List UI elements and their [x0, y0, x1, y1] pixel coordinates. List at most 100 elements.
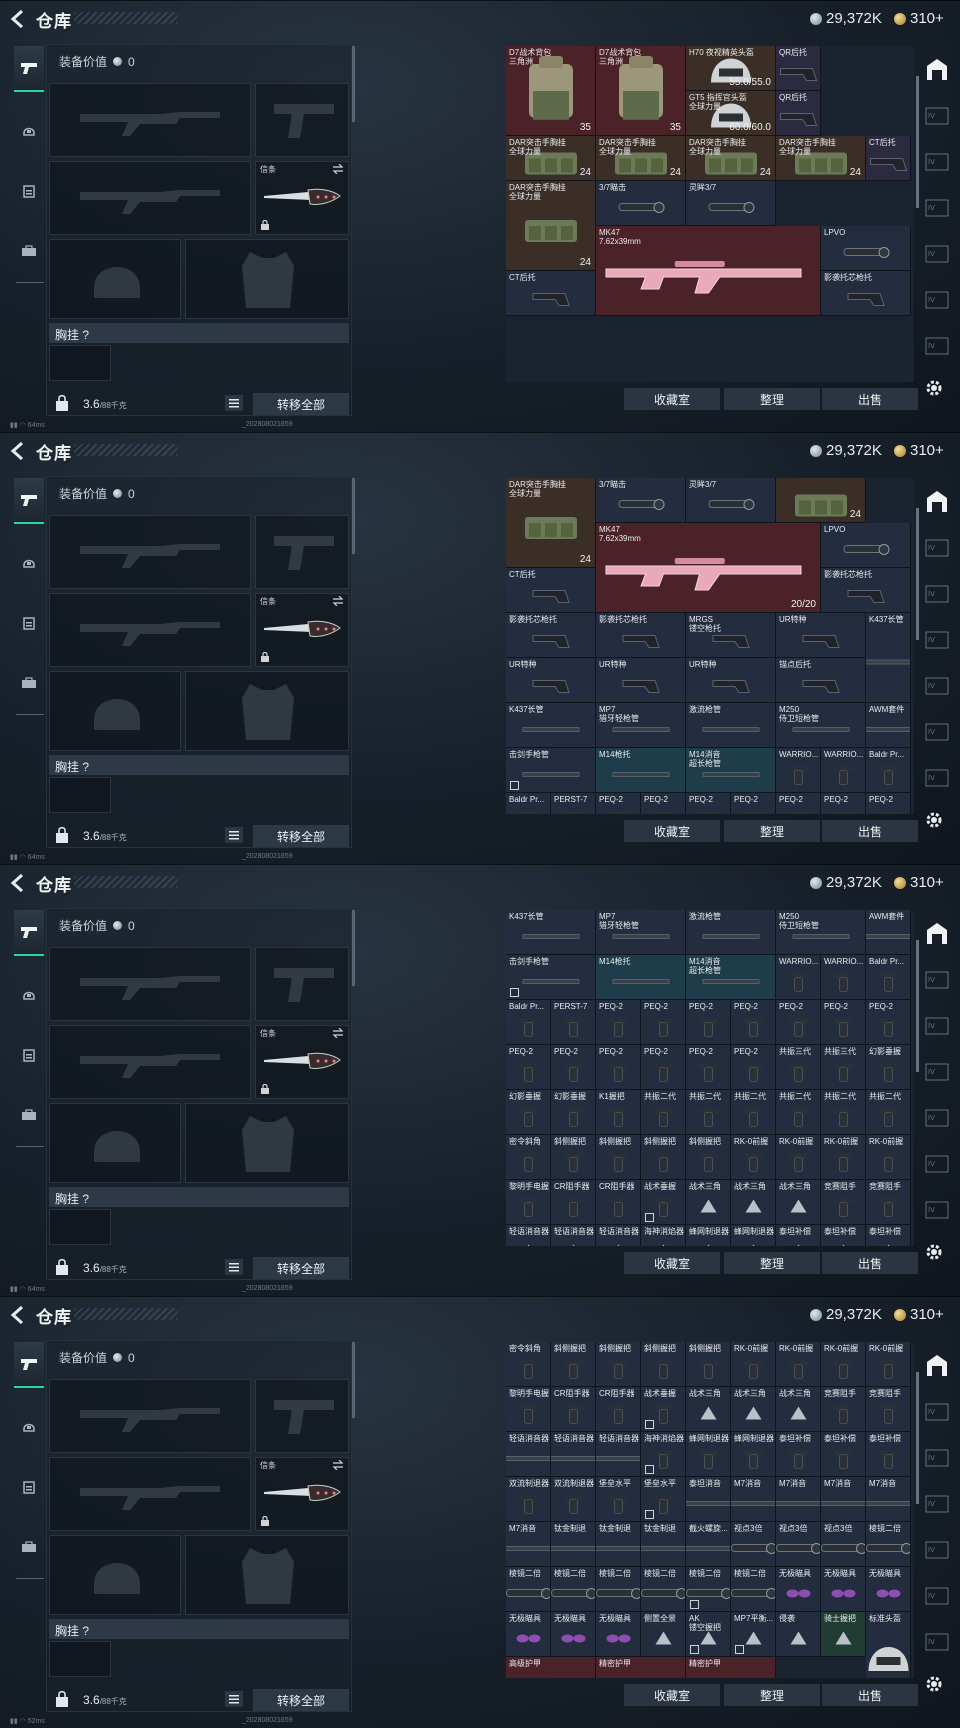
inventory-item[interactable]: PEQ-2 — [551, 1045, 596, 1090]
inventory-item[interactable]: M14消音 超长枪管 — [686, 748, 776, 793]
inventory-item[interactable]: 共振二代 — [776, 1090, 821, 1135]
inventory-item[interactable]: 共振二代 — [866, 1090, 911, 1135]
inventory-item[interactable]: PEQ-2 — [731, 1000, 776, 1045]
inventory-item[interactable]: CT后托 — [866, 136, 911, 181]
inventory-scrollbar[interactable] — [916, 940, 919, 1072]
inventory-item[interactable]: PEQ-2 — [686, 1045, 731, 1090]
inventory-item[interactable]: 轻语消音器 — [506, 1225, 551, 1246]
tab-case[interactable] — [14, 228, 44, 274]
inventory-item[interactable]: 蜂网制退器 — [731, 1225, 776, 1246]
inventory-item[interactable]: RK-0前握 — [731, 1135, 776, 1180]
inventory-item[interactable]: 影袭托芯枪托 — [821, 271, 911, 316]
inventory-item[interactable]: 影袭托芯枪托 — [821, 568, 911, 613]
inventory-item[interactable]: CR阻手器 — [551, 1180, 596, 1225]
inventory-item[interactable]: 斜侧握把 — [596, 1135, 641, 1180]
tab-case[interactable] — [14, 1524, 44, 1570]
sort-button[interactable]: 整理 — [724, 388, 820, 410]
inventory-item[interactable]: PEQ-2 — [731, 793, 776, 814]
inventory-item[interactable]: 战术三角 — [776, 1180, 821, 1225]
inventory-item[interactable]: M7消音 — [776, 1477, 821, 1522]
stash-tab-icon[interactable]: IV — [924, 1630, 950, 1654]
chest-rig-slot[interactable] — [49, 1641, 111, 1677]
collection-room-button[interactable]: 收藏室 — [624, 1252, 720, 1274]
inventory-item[interactable]: 共振二代 — [821, 1090, 866, 1135]
warehouse-icon[interactable] — [924, 56, 950, 82]
inventory-item[interactable]: K1握把 — [596, 1090, 641, 1135]
stash-tab-icon[interactable]: IV — [924, 1152, 950, 1176]
inventory-item[interactable]: 共振二代 — [731, 1090, 776, 1135]
sort-button[interactable]: 整理 — [724, 1252, 820, 1274]
inventory-item[interactable]: 斜侧握把 — [641, 1135, 686, 1180]
chest-rig-slot[interactable] — [49, 345, 111, 381]
inventory-item[interactable]: 视点3倍 — [731, 1522, 776, 1567]
inventory-item[interactable]: PEQ-2 — [641, 793, 686, 814]
inventory-item[interactable]: 激流枪管 — [686, 703, 776, 748]
inventory-item[interactable]: K437长管 — [506, 703, 596, 748]
tab-armor[interactable] — [14, 108, 44, 154]
inventory-item[interactable]: 幻影垂握 — [551, 1090, 596, 1135]
inventory-item[interactable]: M7消音 — [821, 1477, 866, 1522]
inventory-item[interactable]: 棱镜二倍 — [866, 1522, 911, 1567]
tab-armor[interactable] — [14, 972, 44, 1018]
inventory-item[interactable]: 棱镜二倍 — [686, 1567, 731, 1612]
primary-weapon-slot[interactable] — [49, 83, 251, 157]
tab-weapons[interactable] — [14, 46, 44, 92]
stash-tab-icon[interactable]: IV — [924, 1014, 950, 1038]
inventory-item[interactable]: M14枪托 — [596, 748, 686, 793]
chest-rig-slot[interactable] — [49, 777, 111, 813]
settings-gear-icon[interactable] — [924, 378, 944, 398]
inventory-item[interactable]: 无极瞄具 — [776, 1567, 821, 1612]
inventory-item[interactable]: 蜂网制退器 — [686, 1225, 731, 1246]
pistol-slot[interactable] — [255, 83, 349, 157]
inventory-item[interactable]: PEQ-2 — [776, 793, 821, 814]
armor-slot[interactable] — [185, 1535, 349, 1615]
pistol-slot[interactable] — [255, 1379, 349, 1453]
transfer-all-button[interactable]: 转移全部 — [253, 1257, 349, 1279]
inventory-item[interactable]: 无极瞄具 — [506, 1612, 551, 1657]
inventory-item[interactable]: 密令斜角 — [506, 1135, 551, 1180]
secondary-weapon-slot[interactable] — [49, 1025, 251, 1099]
inventory-item[interactable]: PEQ-2 — [686, 793, 731, 814]
inventory-item[interactable]: 棱镜二倍 — [506, 1567, 551, 1612]
inventory-scrollbar[interactable] — [916, 76, 919, 208]
tab-rig[interactable] — [14, 1032, 44, 1078]
sell-button[interactable]: 出售 — [822, 1252, 918, 1274]
inventory-item[interactable]: UR特种 — [506, 658, 596, 703]
inventory-item[interactable]: PEQ-2 — [596, 793, 641, 814]
inventory-item[interactable]: D7战术背包 三角洲 35 — [506, 46, 596, 136]
inventory-item[interactable]: RK-0前握 — [821, 1342, 866, 1387]
inventory-item[interactable]: Baldr Pr... — [866, 955, 911, 1000]
inventory-item[interactable]: 无极瞄具 — [821, 1567, 866, 1612]
stash-tab-icon[interactable]: IV — [924, 288, 950, 312]
chest-rig-header[interactable]: 胸挂 ? — [49, 1619, 349, 1639]
inventory-item[interactable]: 影袭托芯枪托 — [596, 613, 686, 658]
stash-tab-icon[interactable]: IV — [924, 1538, 950, 1562]
inventory-item[interactable]: 战术三角 — [686, 1180, 731, 1225]
inventory-item[interactable]: 蜂网制退器 — [731, 1432, 776, 1477]
inventory-item[interactable]: RK-0前握 — [776, 1342, 821, 1387]
tab-weapons[interactable] — [14, 910, 44, 956]
loadout-scrollbar[interactable] — [352, 1342, 355, 1418]
inventory-item[interactable]: GT5 指挥官头盔 全球力量 60.0/60.0 — [686, 91, 776, 136]
gold-currency[interactable]: 310+ — [894, 442, 944, 459]
transfer-all-button[interactable]: 转移全部 — [253, 1689, 349, 1711]
inventory-item[interactable]: 灵眸3/7 — [686, 478, 776, 523]
inventory-item[interactable]: 斜侧握把 — [686, 1135, 731, 1180]
inventory-item[interactable]: CR阻手器 — [551, 1387, 596, 1432]
inventory-item[interactable]: 泰坦补偿 — [866, 1225, 911, 1246]
inventory-item[interactable]: 钛金制退 — [596, 1522, 641, 1567]
inventory-item[interactable]: UR特种 — [776, 613, 866, 658]
stash-tab-icon[interactable]: IV — [924, 1492, 950, 1516]
inventory-item[interactable]: AWM套件 — [866, 910, 911, 955]
inventory-item[interactable]: PEQ-2 — [776, 1000, 821, 1045]
inventory-item[interactable]: MP7平衡... — [731, 1612, 776, 1657]
inventory-item[interactable]: CR阻手器 — [596, 1180, 641, 1225]
settings-gear-icon[interactable] — [924, 810, 944, 830]
inventory-item[interactable]: UR特种 — [686, 658, 776, 703]
tab-rig[interactable] — [14, 168, 44, 214]
warehouse-icon[interactable] — [924, 920, 950, 946]
inventory-item[interactable]: CT后托 — [506, 568, 596, 613]
inventory-item[interactable]: 击剑手枪管 — [506, 955, 596, 1000]
stash-tab-icon[interactable]: IV — [924, 1400, 950, 1424]
inventory-item[interactable]: PEQ-2 — [506, 1045, 551, 1090]
